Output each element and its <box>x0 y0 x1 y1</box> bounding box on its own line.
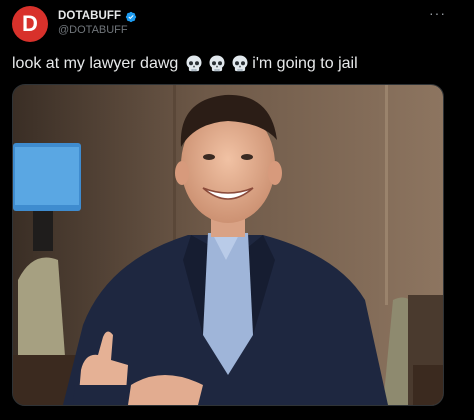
avatar[interactable]: D <box>12 6 48 42</box>
tweet: D DOTABUFF @DOTABUFF ··· look at my lawy… <box>0 0 474 420</box>
display-name[interactable]: DOTABUFF <box>58 10 121 22</box>
author-row: DOTABUFF <box>58 7 137 25</box>
tweet-photo[interactable] <box>12 84 444 406</box>
handle[interactable]: @DOTABUFF <box>58 24 128 36</box>
photo-illustration <box>13 85 443 405</box>
skull-emoji-icon <box>184 54 204 74</box>
tweet-text: look at my lawyer dawg i'm going to jail <box>12 54 358 74</box>
skull-emoji-icon <box>207 54 227 74</box>
tweet-text-before: look at my lawyer dawg <box>12 55 179 72</box>
verified-badge-icon <box>125 10 137 23</box>
emoji-group <box>184 54 250 74</box>
tweet-text-after: i'm going to jail <box>252 55 358 72</box>
more-options-icon[interactable]: ··· <box>429 5 446 21</box>
skull-emoji-icon <box>230 54 250 74</box>
